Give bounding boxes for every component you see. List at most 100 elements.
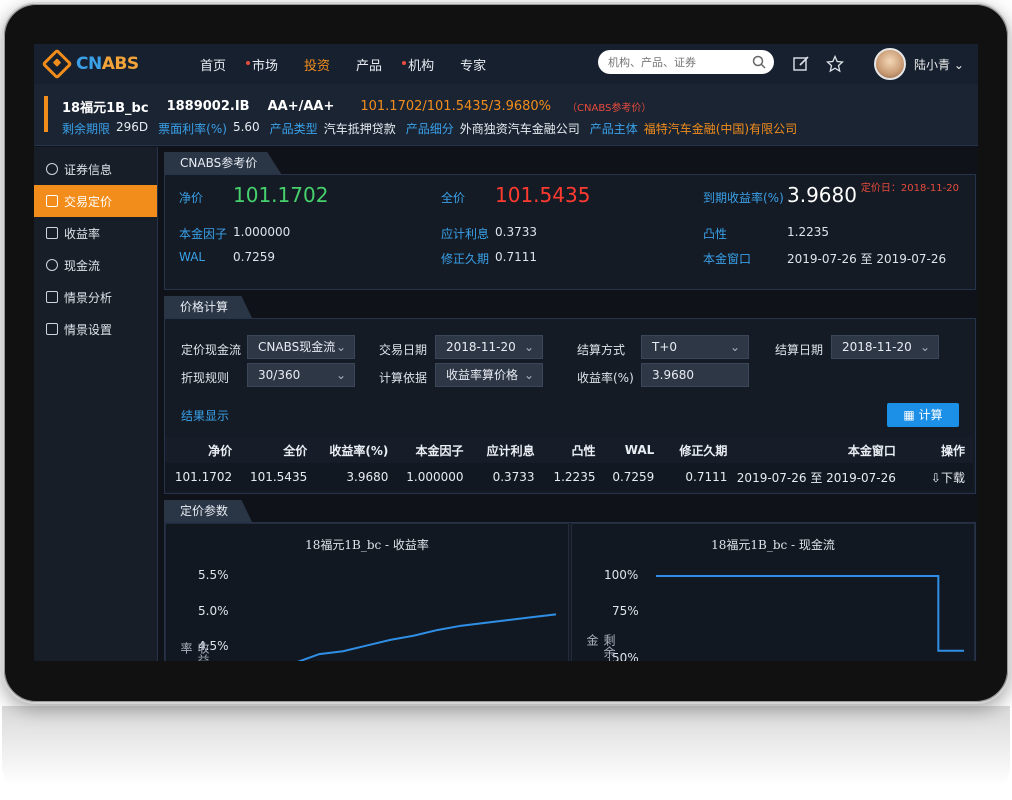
settle-method-label: 结算方式 (577, 343, 626, 357)
sidebar-item-label: 现金流 (64, 258, 101, 273)
settle-method-select[interactable]: T+0 ⌄ (641, 335, 749, 359)
sidebar-item-security-info[interactable]: 证券信息 (34, 153, 157, 185)
dirty-price-label: 全价 (441, 191, 466, 205)
field-value: 296D (116, 120, 149, 134)
cashflow-select[interactable]: CNABS现金流 ⌄ (247, 335, 355, 359)
yield-label: 收益率(%) (577, 371, 634, 385)
discount-label: 折现规则 (181, 371, 230, 385)
accrued-label: 应计利息 (441, 227, 490, 241)
field-label: 产品类型 (269, 122, 318, 136)
star-icon[interactable] (826, 55, 844, 73)
cashflow-value: CNABS现金流 (258, 340, 336, 354)
tab-pricing-params[interactable]: 定价参数 (164, 500, 253, 522)
chevron-down-icon: ⌄ (953, 58, 964, 72)
line-chart-icon (46, 227, 58, 239)
duration-value: 0.7111 (495, 250, 537, 264)
bar-chart-icon (46, 291, 58, 303)
search-icon[interactable] (752, 55, 766, 69)
sidebar: 证券信息 交易定价 收益率 现金流 情景分析 情景设置 (34, 147, 158, 661)
accent-bar (44, 96, 48, 132)
nav-expert[interactable]: 专家 (460, 55, 486, 74)
cell-duration: 0.7111 (662, 463, 736, 491)
sidebar-item-scenario-settings[interactable]: 情景设置 (34, 313, 157, 345)
sidebar-item-trade-pricing[interactable]: 交易定价 (34, 185, 157, 217)
chevron-down-icon: ⌄ (523, 340, 534, 354)
nav-home[interactable]: 首页 (200, 55, 226, 74)
bond-ref-tag: （CNABS参考价） (567, 103, 652, 114)
col-clean-price: 净价 (165, 437, 241, 463)
sidebar-item-label: 情景分析 (64, 290, 113, 305)
col-wal: WAL (603, 437, 663, 463)
settle-date-select[interactable]: 2018-11-20 ⌄ (831, 335, 939, 359)
logo[interactable]: CNABS (41, 48, 186, 80)
settle-method-value: T+0 (652, 340, 678, 354)
col-dirty-price: 全价 (240, 437, 316, 463)
exchange-icon (46, 195, 58, 207)
sidebar-item-label: 交易定价 (64, 194, 113, 209)
cell-factor: 1.000000 (396, 463, 472, 491)
col-duration: 修正久期 (662, 437, 736, 463)
sidebar-item-scenario-analysis[interactable]: 情景分析 (34, 281, 157, 313)
field-value: 汽车抵押贷款 (323, 122, 396, 136)
list-icon (46, 163, 58, 175)
pricing-date: 定价日：2018-11-20 (860, 183, 959, 194)
calculate-button-label: 计算 (918, 408, 943, 422)
wal-label: WAL (179, 250, 206, 264)
convexity-value: 1.2235 (787, 225, 829, 239)
calculator-icon: ▦ (903, 408, 915, 422)
app-screen: CNABS 首页 市场 投资 产品 机构 专家 陆小青 ⌄ 18福元1B_bc … (34, 44, 978, 661)
chevron-down-icon: ⌄ (729, 340, 740, 354)
chevron-down-icon: ⌄ (335, 340, 346, 354)
cashflow-label: 定价现金流 (181, 343, 242, 357)
trade-date-select[interactable]: 2018-11-20 ⌄ (435, 335, 543, 359)
discount-select[interactable]: 30/360 ⌄ (247, 363, 355, 387)
sidebar-item-yield[interactable]: 收益率 (34, 217, 157, 249)
download-link[interactable]: ⇩下载 (903, 463, 973, 491)
trade-date-label: 交易日期 (379, 343, 428, 357)
field-value: 5.60 (232, 120, 260, 134)
series-line (656, 575, 964, 652)
user-menu[interactable]: 陆小青 ⌄ (914, 56, 964, 73)
ytm-value: 3.9680 (787, 183, 857, 207)
yield-chart-plot (297, 613, 557, 661)
clean-price-value: 101.1702 (233, 183, 329, 207)
settle-date-value: 2018-11-20 (842, 340, 912, 354)
yield-chart: 18福元1B_bc - 收益率 5.5% 5.0% 4.5% 收益率 (165, 523, 569, 661)
result-table: 净价 全价 收益率(%) 本金因子 应计利息 凸性 WAL 修正久期 本金窗口 … (165, 437, 973, 491)
basis-select[interactable]: 收益率算价格 ⌄ (435, 363, 543, 387)
cell-wal: 0.7259 (603, 463, 663, 491)
search-box (598, 50, 774, 74)
dirty-price-value: 101.5435 (495, 183, 591, 207)
tab-reference-price[interactable]: CNABS参考价 (164, 152, 282, 174)
chevron-down-icon: ⌄ (523, 368, 534, 382)
yield-input[interactable]: 3.9680 (641, 363, 749, 387)
username-label: 陆小青 (914, 58, 951, 72)
search-input[interactable] (608, 55, 748, 69)
convexity-label: 凸性 (703, 227, 728, 241)
nav-invest[interactable]: 投资 (304, 55, 330, 74)
field-label: 产品细分 (405, 122, 454, 136)
coins-icon (46, 259, 58, 271)
nav-market[interactable]: 市场 (246, 55, 278, 74)
edit-icon[interactable] (792, 55, 810, 73)
sidebar-item-label: 收益率 (64, 226, 101, 241)
nav-product[interactable]: 产品 (356, 55, 382, 74)
cell-convexity: 1.2235 (542, 463, 604, 491)
cell-accrued: 0.3733 (471, 463, 543, 491)
download-icon: ⇩ (930, 470, 941, 485)
sidebar-item-cashflow[interactable]: 现金流 (34, 249, 157, 281)
nav-institution[interactable]: 机构 (402, 55, 434, 74)
col-accrued: 应计利息 (471, 437, 543, 463)
sidebar-item-label: 证券信息 (64, 162, 113, 177)
field-label: 剩余期限 (62, 122, 111, 136)
window-label: 本金窗口 (703, 252, 752, 266)
chevron-down-icon: ⌄ (335, 368, 346, 382)
table-row: 101.1702 101.5435 3.9680 1.000000 0.3733… (165, 463, 973, 491)
avatar[interactable] (874, 48, 906, 80)
tab-price-calculation[interactable]: 价格计算 (164, 296, 253, 318)
price-calculation-panel: 定价现金流 CNABS现金流 ⌄ 交易日期 2018-11-20 ⌄ 结算方式 T+… (164, 318, 976, 494)
col-action: 操作 (903, 437, 973, 463)
sidebar-item-label: 情景设置 (64, 322, 113, 337)
trade-date-value: 2018-11-20 (446, 340, 516, 354)
calculate-button[interactable]: ▦ 计算 (887, 403, 959, 427)
